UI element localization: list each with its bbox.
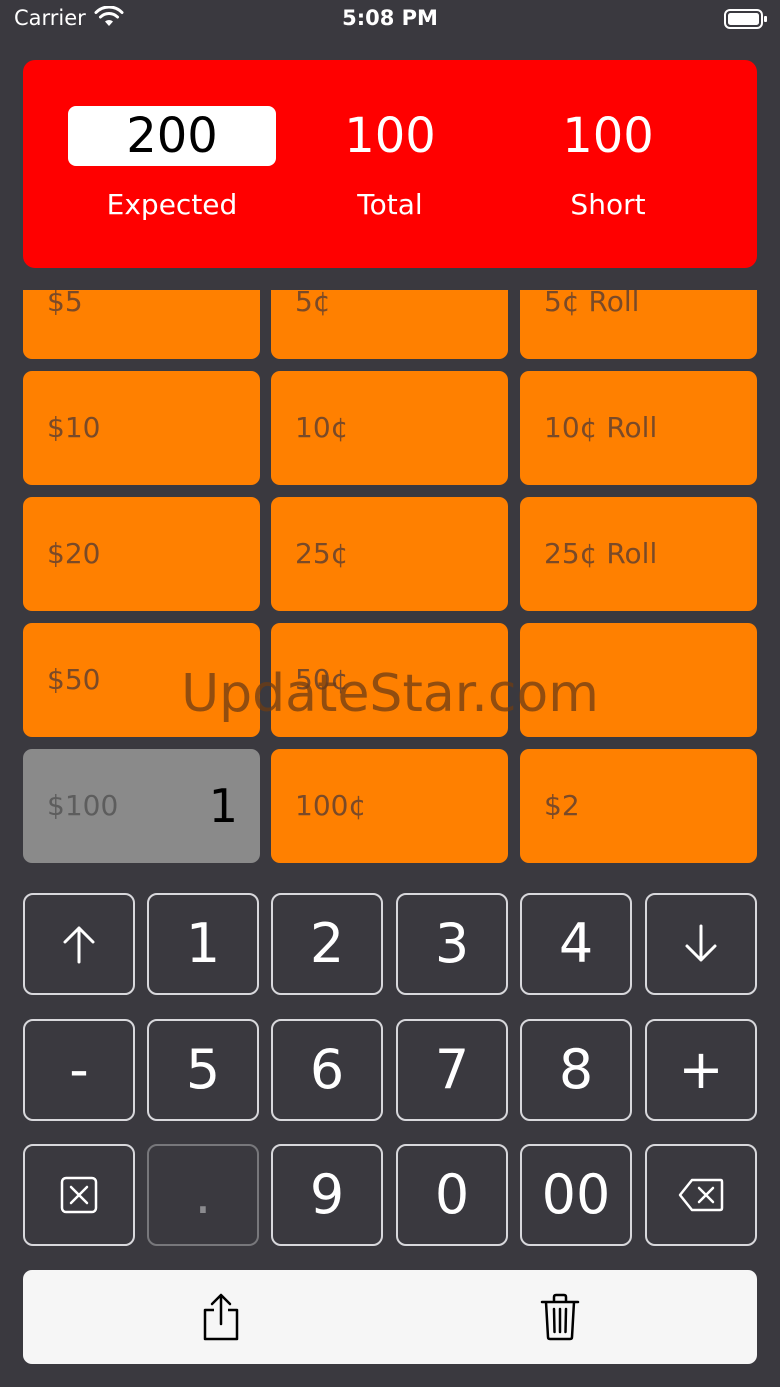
key-4[interactable]: 4 <box>520 893 632 995</box>
denom-label: $50 <box>47 663 101 696</box>
denom-label: $5 <box>47 290 83 318</box>
denom-label: 5¢ Roll <box>544 290 640 318</box>
denom-5-cent-roll[interactable]: 5¢ Roll <box>520 290 757 359</box>
clear-icon <box>60 1176 98 1214</box>
denom-5-dollar[interactable]: $5 <box>23 290 260 359</box>
key-7[interactable]: 7 <box>396 1019 508 1121</box>
key-3[interactable]: 3 <box>396 893 508 995</box>
denom-label: 10¢ <box>295 411 349 444</box>
expected-label: Expected <box>106 188 238 221</box>
arrow-down-icon <box>685 924 717 962</box>
denom-10-dollar[interactable]: $10 <box>23 371 260 485</box>
battery-icon <box>724 9 767 29</box>
denom-5-cent[interactable]: 5¢ <box>271 290 508 359</box>
delete-button[interactable] <box>376 1270 743 1364</box>
denom-label: 25¢ <box>295 537 349 570</box>
key-5[interactable]: 5 <box>147 1019 259 1121</box>
clock: 5:08 PM <box>342 6 438 30</box>
key-1[interactable]: 1 <box>147 893 259 995</box>
denomination-grid[interactable]: $5 5¢ 5¢ Roll $10 10¢ 10¢ Roll $20 25¢ 2… <box>0 290 780 870</box>
bottom-toolbar <box>23 1270 757 1364</box>
backspace-key[interactable] <box>645 1144 757 1246</box>
key-9[interactable]: 9 <box>271 1144 383 1246</box>
denom-label: $20 <box>47 537 101 570</box>
denom-label: 50¢ <box>295 663 349 696</box>
key-0[interactable]: 0 <box>396 1144 508 1246</box>
denom-label: $100 <box>47 789 119 822</box>
clear-key[interactable] <box>23 1144 135 1246</box>
denom-20-dollar[interactable]: $20 <box>23 497 260 611</box>
total-label: Total <box>357 188 423 221</box>
trash-icon <box>540 1293 579 1341</box>
key-6[interactable]: 6 <box>271 1019 383 1121</box>
denom-empty[interactable] <box>520 623 757 737</box>
denom-label: 10¢ Roll <box>544 411 658 444</box>
share-icon <box>203 1293 238 1341</box>
denom-100-dollar[interactable]: $100 1 <box>23 749 260 863</box>
arrow-up-icon <box>63 926 95 964</box>
share-button[interactable] <box>37 1270 404 1364</box>
arrow-up-key[interactable] <box>23 893 135 995</box>
decimal-key[interactable]: . <box>147 1144 259 1246</box>
short-value: 100 <box>562 108 654 164</box>
total-value: 100 <box>344 108 436 164</box>
denom-10-cent[interactable]: 10¢ <box>271 371 508 485</box>
key-00[interactable]: 00 <box>520 1144 632 1246</box>
denom-10-cent-roll[interactable]: 10¢ Roll <box>520 371 757 485</box>
denom-label: $2 <box>544 789 580 822</box>
summary-panel: Expected 100 Total 100 Short <box>23 60 757 268</box>
expected-input[interactable] <box>68 106 276 166</box>
key-8[interactable]: 8 <box>520 1019 632 1121</box>
denom-25-cent-roll[interactable]: 25¢ Roll <box>520 497 757 611</box>
short-label: Short <box>570 188 646 221</box>
denom-100-cent[interactable]: 100¢ <box>271 749 508 863</box>
denom-label: 25¢ Roll <box>544 537 658 570</box>
key-2[interactable]: 2 <box>271 893 383 995</box>
denom-2-dollar[interactable]: $2 <box>520 749 757 863</box>
denom-label: $10 <box>47 411 101 444</box>
denom-50-cent[interactable]: 50¢ <box>271 623 508 737</box>
denom-label: 100¢ <box>295 789 367 822</box>
denom-count: 1 <box>208 779 238 833</box>
denom-50-dollar[interactable]: $50 <box>23 623 260 737</box>
backspace-icon <box>678 1178 724 1212</box>
minus-key[interactable]: - <box>23 1019 135 1121</box>
status-bar: Carrier 5:08 PM <box>0 0 780 44</box>
denom-label: 5¢ <box>295 290 331 318</box>
arrow-down-key[interactable] <box>645 893 757 995</box>
denom-25-cent[interactable]: 25¢ <box>271 497 508 611</box>
plus-key[interactable]: + <box>645 1019 757 1121</box>
